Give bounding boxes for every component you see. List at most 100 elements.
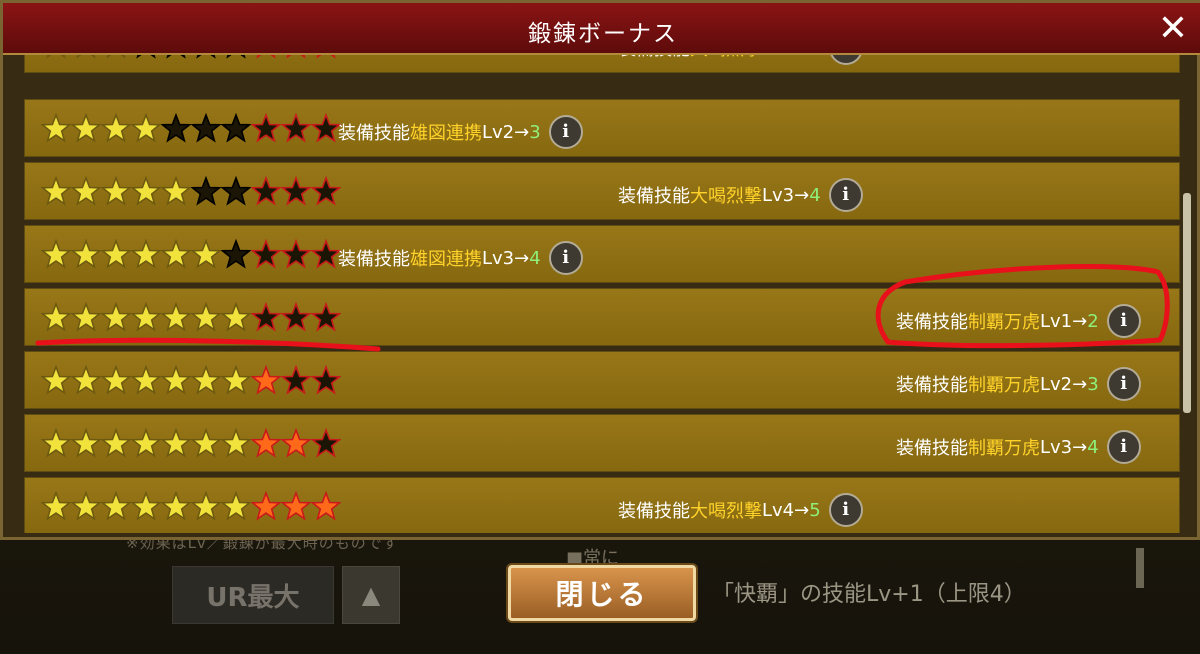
bonus-row: 装備技能 大喝烈撃 Lv4 → 5 i: [24, 477, 1180, 533]
star-icon-gold: [161, 175, 191, 206]
star-icon-empty-red: [256, 55, 276, 59]
star-icon-empty: [221, 175, 251, 206]
star-rating: [41, 238, 341, 272]
star-icon-gold: [191, 364, 221, 395]
skill-next-level: 4: [529, 247, 541, 269]
star-icon-gold: [191, 238, 221, 269]
skill-next-level: 4: [809, 184, 821, 206]
star-icon-gold: [131, 112, 161, 143]
star-icon-gold: [76, 55, 96, 59]
star-icon-empty-red: [281, 175, 311, 206]
star-icon-gold: [71, 238, 101, 269]
star-icon-empty-red: [251, 238, 281, 269]
skill-prefix: 装備技能: [618, 55, 690, 61]
star-icon-gold: [41, 490, 71, 521]
background-ur-max-button: UR最大: [172, 566, 334, 624]
background-scrollbar: [1136, 548, 1144, 588]
star-icon-gold: [191, 427, 221, 458]
bonus-list[interactable]: 装備技能大喝烈撃Lv2→3i装備技能雄図連携Lv2→3i装備技能大喝烈撃Lv3→…: [24, 55, 1180, 533]
star-icon-empty-red: [281, 238, 311, 269]
star-icon-empty: [166, 55, 186, 59]
skill-level: Lv4: [762, 499, 795, 521]
skill-prefix: 装備技能: [896, 312, 968, 333]
star-icon-gold: [71, 364, 101, 395]
bonus-row: 装備技能 大喝烈撃 Lv3 → 4 i: [24, 162, 1180, 220]
skill-next-level: 3: [529, 121, 541, 143]
star-icon-gold: [131, 490, 161, 521]
skill-next-level: 3: [1087, 373, 1099, 395]
star-icon-empty-red: [286, 55, 306, 59]
star-icon-gold: [41, 175, 71, 206]
star-icon-empty: [136, 55, 156, 59]
skill-bonus-text: 装備技能 雄図連携 Lv3 → 4 i: [338, 241, 583, 275]
info-icon[interactable]: i: [1106, 367, 1141, 401]
skill-prefix: 装備技能: [338, 123, 410, 144]
star-icon-gold: [221, 301, 251, 332]
skill-name: 大喝烈撃: [690, 55, 762, 61]
dialog-title: 鍛錬ボーナス: [528, 21, 678, 47]
skill-next-level: 4: [1087, 436, 1099, 458]
star-icon-gold: [101, 112, 131, 143]
skill-level: Lv2: [1040, 373, 1073, 395]
skill-bonus-text: 装備技能 大喝烈撃 Lv4 → 5 i: [618, 493, 863, 527]
star-icon-gold: [161, 301, 191, 332]
star-icon-orange: [311, 490, 341, 521]
star-icon-empty-red: [311, 238, 341, 269]
close-button[interactable]: 閉じる: [508, 565, 696, 621]
skill-name: 雄図連携: [410, 249, 482, 270]
skill-prefix: 装備技能: [896, 438, 968, 459]
bonus-row: 装備技能大喝烈撃Lv2→3 i: [24, 55, 1180, 73]
star-icon-orange: [251, 364, 281, 395]
star-icon-gold: [131, 175, 161, 206]
star-icon-orange: [281, 427, 311, 458]
skill-name: 雄図連携: [410, 123, 482, 144]
info-icon[interactable]: i: [828, 178, 863, 212]
star-icon-empty-red: [281, 301, 311, 332]
star-icon-gold: [41, 427, 71, 458]
skill-level: Lv3: [762, 184, 795, 206]
skill-name: 大喝烈撃: [690, 501, 762, 522]
star-icon-empty-red: [311, 427, 341, 458]
level-arrow: →: [514, 121, 530, 143]
star-icon-gold: [161, 364, 191, 395]
level-arrow: →: [794, 499, 810, 521]
star-rating: [41, 490, 341, 524]
bonus-row: 装備技能 制覇万虎 Lv3 → 4 i: [24, 414, 1180, 472]
star-icon-empty-red: [251, 175, 281, 206]
star-icon-gold: [101, 427, 131, 458]
level-arrow: →: [1072, 436, 1088, 458]
star-icon-gold: [161, 490, 191, 521]
background-up-arrow-icon: ▲: [342, 566, 400, 624]
info-icon[interactable]: i: [1106, 430, 1141, 464]
skill-level: Lv2: [762, 55, 794, 59]
skill-bonus-text: 装備技能 大喝烈撃 Lv3 → 4 i: [618, 178, 863, 212]
bonus-row: 装備技能 制覇万虎 Lv1 → 2 i: [24, 288, 1180, 346]
star-rating: [41, 301, 341, 335]
skill-bonus-text: 装備技能大喝烈撃Lv2→3 i: [618, 55, 863, 65]
star-icon-gold: [191, 301, 221, 332]
star-rating: [41, 112, 341, 146]
star-icon-gold: [46, 55, 66, 59]
skill-level: Lv3: [1040, 436, 1073, 458]
star-icon-gold: [131, 238, 161, 269]
star-icon-gold: [101, 301, 131, 332]
info-icon[interactable]: i: [548, 241, 583, 275]
star-icon-gold: [41, 238, 71, 269]
star-icon-gold: [71, 427, 101, 458]
star-icon-gold: [71, 175, 101, 206]
star-icon-empty-red: [251, 301, 281, 332]
star-icon-empty-red: [311, 364, 341, 395]
info-icon[interactable]: i: [828, 55, 863, 65]
star-icon-empty-red: [281, 364, 311, 395]
info-icon[interactable]: i: [828, 493, 863, 527]
star-icon-empty-red: [316, 55, 336, 59]
close-icon[interactable]: ✕: [1153, 9, 1193, 49]
info-icon[interactable]: i: [548, 115, 583, 149]
star-icon-gold: [221, 427, 251, 458]
star-icon-gold: [101, 175, 131, 206]
list-scrollbar[interactable]: [1183, 193, 1191, 413]
level-arrow: →: [794, 184, 810, 206]
info-icon[interactable]: i: [1106, 304, 1141, 338]
skill-bonus-text: 装備技能 制覇万虎 Lv3 → 4 i: [896, 430, 1141, 464]
star-icon-empty: [221, 112, 251, 143]
